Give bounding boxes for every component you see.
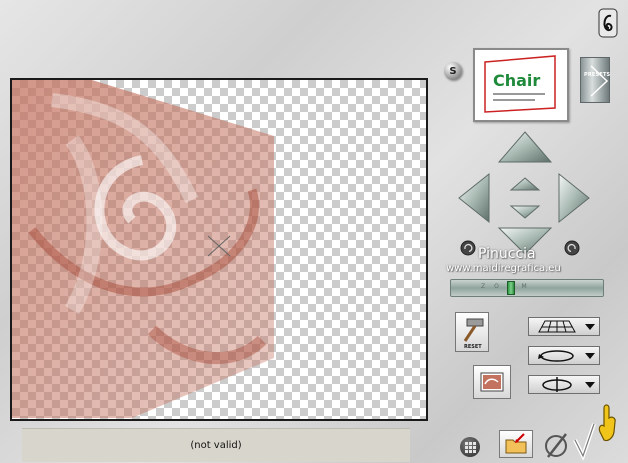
- preset-thumbnail-image: Chair: [484, 55, 556, 113]
- image-thumbnail-button[interactable]: [473, 365, 511, 399]
- s-button-label: S: [449, 65, 457, 77]
- nav-pad: [458, 131, 590, 255]
- hammer-icon: [463, 318, 484, 342]
- zoom-slider[interactable]: ZOOM: [450, 279, 604, 297]
- cancel-icon[interactable]: [542, 430, 570, 460]
- brand-url: www.maidiregrafica.eu: [446, 263, 561, 274]
- rotate-horizontal-icon: [538, 350, 595, 362]
- folder-icon: [505, 433, 527, 454]
- perspective-grid-icon: [538, 320, 595, 333]
- move-up-icon[interactable]: [509, 177, 541, 191]
- image-thumbnail-icon: [480, 372, 504, 392]
- preview-image: [12, 80, 274, 418]
- perspective-dropdown[interactable]: [528, 317, 600, 336]
- rotate-horizontal-dropdown[interactable]: [528, 346, 600, 365]
- status-text: (not valid): [190, 440, 242, 451]
- brand-name: Pinuccia: [478, 246, 536, 262]
- s-button[interactable]: S: [444, 62, 462, 80]
- presets-button[interactable]: PRESETS: [580, 57, 610, 103]
- preview-canvas[interactable]: [10, 78, 428, 421]
- rotate-vertical-icon: [542, 377, 595, 392]
- rotate-vertical-dropdown[interactable]: [528, 375, 600, 394]
- arrow-up-icon[interactable]: [497, 131, 553, 163]
- ok-check-icon[interactable]: [572, 420, 598, 460]
- status-bar: (not valid): [22, 428, 410, 462]
- grid-view-button[interactable]: [460, 437, 480, 457]
- preset-thumbnail[interactable]: Chair: [473, 48, 569, 122]
- grid-view-icon: [465, 442, 476, 453]
- preset-thumbnail-text: Chair: [493, 71, 540, 90]
- zoom-label: ZOOM: [481, 283, 581, 290]
- reset-label: RESET: [464, 344, 482, 350]
- logo-icon[interactable]: [598, 8, 618, 38]
- move-down-icon[interactable]: [509, 205, 541, 219]
- arrow-right-icon[interactable]: [558, 172, 590, 224]
- arrow-left-icon[interactable]: [458, 172, 490, 224]
- hand-icon: [598, 404, 616, 442]
- reset-button[interactable]: RESET: [455, 312, 489, 352]
- rotate-left-icon[interactable]: [460, 240, 476, 256]
- zoom-slider-handle[interactable]: [507, 281, 515, 295]
- presets-arrow-icon: [590, 65, 609, 97]
- open-folder-button[interactable]: [499, 430, 533, 458]
- rotate-right-icon[interactable]: [564, 240, 580, 256]
